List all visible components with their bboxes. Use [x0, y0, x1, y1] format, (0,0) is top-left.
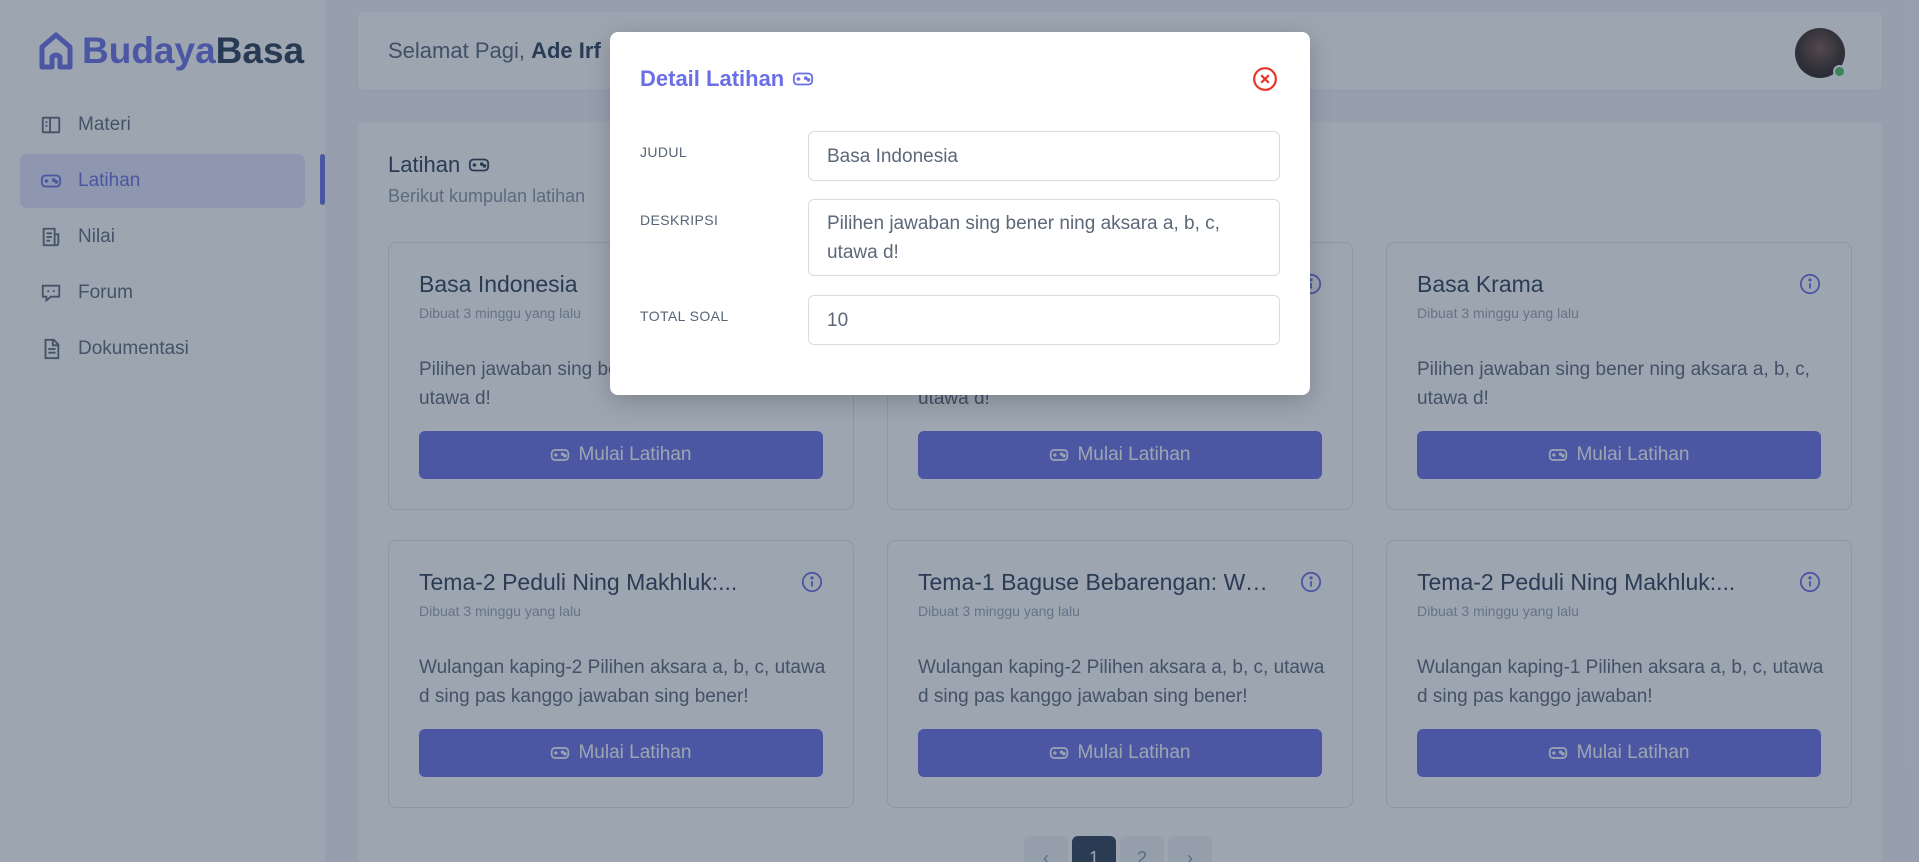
field-label-deskripsi: DESKRIPSI [640, 212, 719, 228]
field-label-total-soal: TOTAL SOAL [640, 308, 729, 324]
total-soal-field[interactable]: 10 [808, 295, 1280, 345]
judul-field[interactable]: Basa Indonesia [808, 131, 1280, 181]
close-icon[interactable] [1252, 66, 1278, 92]
detail-latihan-modal: Detail Latihan JUDUL Basa Indonesia DESK… [610, 32, 1310, 395]
field-label-judul: JUDUL [640, 144, 688, 160]
gamepad-icon [793, 72, 814, 86]
modal-title: Detail Latihan [640, 66, 814, 92]
deskripsi-field[interactable]: Pilihen jawaban sing bener ning aksara a… [808, 199, 1280, 276]
